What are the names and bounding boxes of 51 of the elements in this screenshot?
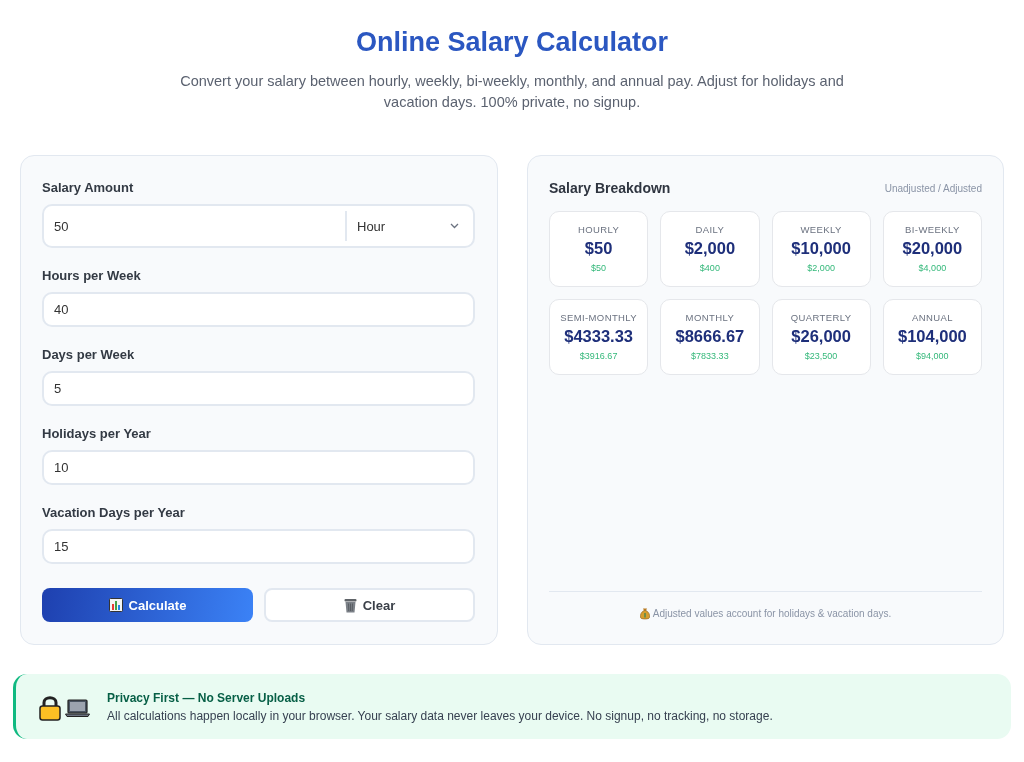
adjusted-amount: $3916.67 xyxy=(579,350,618,362)
legend-text: Unadjusted / Adjusted xyxy=(884,182,982,194)
adjusted-amount: $94,000 xyxy=(916,350,949,362)
lock-icon xyxy=(39,694,61,721)
unadjusted-amount: $20,000 xyxy=(902,238,963,258)
unadjusted-amount: $10,000 xyxy=(791,238,851,258)
period-label: WEEKLY xyxy=(800,224,842,236)
chevron-down-icon xyxy=(450,223,459,229)
field-label: Days per Week xyxy=(42,347,136,362)
field-label: Vacation Days per Year xyxy=(42,505,186,520)
unit-select[interactable]: Hour xyxy=(345,211,473,241)
adjusted-amount: $2,000 xyxy=(807,262,835,274)
number-input[interactable]: 40 xyxy=(42,292,475,327)
number-input[interactable]: 10 xyxy=(42,450,475,485)
amount-field[interactable]: 50 Hour xyxy=(42,204,475,248)
period-label: ANNUAL xyxy=(911,312,953,324)
period-label: SEMI-MONTHLY xyxy=(560,312,638,324)
calculate-button[interactable]: Calculate xyxy=(42,588,253,622)
unadjusted-amount: $26,000 xyxy=(791,326,851,346)
unadjusted-amount: $2,000 xyxy=(684,238,736,258)
number-input[interactable]: 15 xyxy=(42,529,475,564)
adjusted-amount: $7833.33 xyxy=(691,350,729,362)
field-label: Hours per Week xyxy=(42,268,142,283)
unadjusted-amount: $50 xyxy=(584,238,613,258)
privacy-title: Privacy First — No Server Uploads xyxy=(107,689,307,706)
field-label: Holidays per Year xyxy=(42,426,152,441)
amount-input[interactable]: 50 xyxy=(44,206,345,246)
period-label: BI-WEEKLY xyxy=(905,224,960,236)
trash-icon xyxy=(343,597,357,613)
unadjusted-amount: $4333.33 xyxy=(564,326,634,346)
adjusted-amount: $4,000 xyxy=(918,262,947,274)
period-label: HOURLY xyxy=(577,224,620,236)
period-label: QUARTERLY xyxy=(790,312,852,324)
period-label: MONTHLY xyxy=(685,312,735,324)
number-input[interactable]: 5 xyxy=(42,371,475,406)
adjusted-amount: $23,500 xyxy=(804,350,838,362)
unadjusted-amount: $8666.67 xyxy=(675,326,745,346)
results-title: Salary Breakdown xyxy=(549,180,671,196)
page-title: Online Salary Calculator xyxy=(355,26,669,58)
adjusted-amount: $50 xyxy=(591,262,607,274)
unadjusted-amount: $104,000 xyxy=(897,326,967,346)
period-label: DAILY xyxy=(695,224,725,236)
footnote-text: Adjusted values account for holidays & vacation days. xyxy=(652,607,892,621)
laptop-icon xyxy=(65,698,90,717)
clear-button[interactable]: Clear xyxy=(264,588,475,622)
money-bag-icon xyxy=(639,608,650,620)
field-label: Salary Amount xyxy=(42,180,135,195)
privacy-text: All calculations happen locally in your browser. Your salary data never leaves your device. No signup, no tracking, no storage. xyxy=(107,707,773,724)
bar-chart-icon xyxy=(108,598,123,612)
adjusted-amount: $400 xyxy=(699,262,720,274)
page-subtitle: Convert your salary between hourly, weekly, bi-weekly, monthly, and annual pay. Adjust for holidays and vacation days. 100% private, no signup. xyxy=(179,72,845,112)
